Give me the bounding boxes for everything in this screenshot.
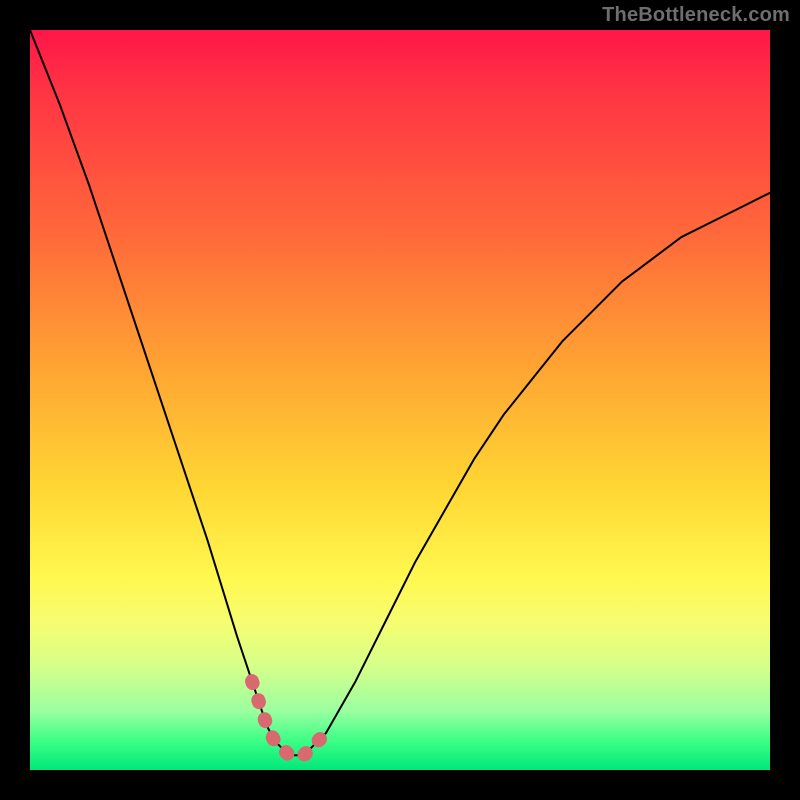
bottleneck-curve bbox=[30, 30, 770, 755]
chart-frame: TheBottleneck.com bbox=[0, 0, 800, 800]
highlight-segment bbox=[252, 681, 326, 755]
watermark-text: TheBottleneck.com bbox=[602, 4, 790, 27]
curve-svg bbox=[30, 30, 770, 770]
plot-area bbox=[30, 30, 770, 770]
